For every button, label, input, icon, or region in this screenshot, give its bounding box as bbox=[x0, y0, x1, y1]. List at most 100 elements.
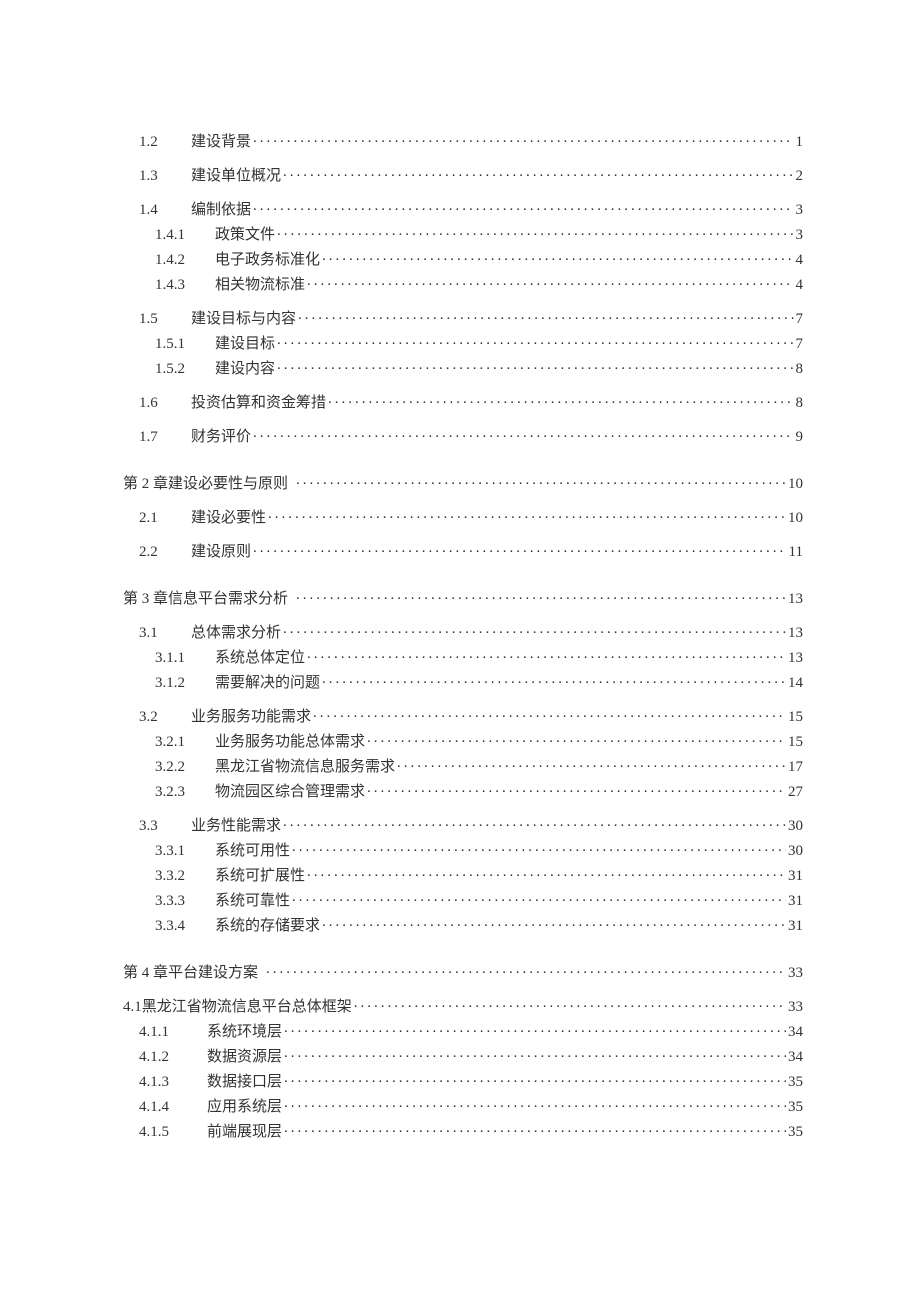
toc-leader-dots bbox=[253, 199, 793, 214]
toc-leader-dots bbox=[277, 358, 793, 373]
toc-entry-page: 9 bbox=[796, 430, 804, 445]
toc-leader-dots bbox=[284, 1021, 786, 1036]
toc-entry-number: 第 4 章 bbox=[123, 966, 168, 981]
toc-leader-dots bbox=[253, 426, 793, 441]
toc-leader-dots bbox=[298, 308, 793, 323]
toc-entry-number: 3.1 bbox=[139, 626, 191, 641]
toc-entry[interactable]: 1.2建设背景1 bbox=[123, 131, 803, 150]
toc-entry-title: 前端展现层 bbox=[207, 1125, 282, 1140]
toc-entry[interactable]: 4.1.4应用系统层35 bbox=[123, 1096, 803, 1115]
toc-leader-dots bbox=[284, 1071, 786, 1086]
toc-entry-title: 建设单位概况 bbox=[191, 169, 281, 184]
toc-entry[interactable]: 第 3 章信息平台需求分析13 bbox=[123, 588, 803, 607]
toc-entry[interactable]: 第 2 章建设必要性与原则10 bbox=[123, 473, 803, 492]
toc-entry[interactable]: 3.3.1系统可用性30 bbox=[123, 840, 803, 859]
toc-entry[interactable]: 1.6投资估算和资金筹措8 bbox=[123, 392, 803, 411]
toc-entry[interactable]: 1.5建设目标与内容7 bbox=[123, 308, 803, 327]
toc-entry-page: 31 bbox=[788, 894, 803, 909]
toc-entry-title: 业务性能需求 bbox=[191, 819, 281, 834]
toc-entry-title: 系统可靠性 bbox=[215, 894, 290, 909]
toc-entry[interactable]: 1.7财务评价9 bbox=[123, 426, 803, 445]
toc-spacer bbox=[123, 800, 803, 815]
toc-entry-page: 8 bbox=[796, 396, 804, 411]
toc-entry[interactable]: 3.2业务服务功能需求15 bbox=[123, 706, 803, 725]
toc-leader-dots bbox=[397, 756, 786, 771]
toc-entry-page: 4 bbox=[796, 278, 804, 293]
toc-entry-page: 33 bbox=[788, 966, 803, 981]
toc-leader-dots bbox=[268, 507, 786, 522]
toc-entry-page: 15 bbox=[788, 735, 803, 750]
toc-entry-page: 30 bbox=[788, 819, 803, 834]
toc-entry[interactable]: 3.2.1业务服务功能总体需求 15 bbox=[123, 731, 803, 750]
toc-spacer bbox=[123, 492, 803, 507]
toc-entry-page: 35 bbox=[788, 1075, 803, 1090]
toc-spacer bbox=[123, 981, 803, 996]
toc-entry-number: 3.3.3 bbox=[155, 894, 215, 909]
toc-entry[interactable]: 3.1.2需要解决的问题14 bbox=[123, 672, 803, 691]
toc-entry-title: 平台建设方案 bbox=[168, 966, 258, 981]
toc-entry[interactable]: 3.3.4系统的存储要求31 bbox=[123, 915, 803, 934]
toc-entry-number: 2.2 bbox=[139, 545, 191, 560]
toc-entry-page: 8 bbox=[796, 362, 804, 377]
toc-entry-number: 1.5.1 bbox=[155, 337, 215, 352]
toc-entry-number: 1.3 bbox=[139, 169, 191, 184]
toc-leader-dots bbox=[253, 541, 787, 556]
toc-entry-title: 业务服务功能总体需求 bbox=[215, 735, 365, 750]
toc-leader-dots bbox=[367, 731, 786, 746]
toc-entry-title: 财务评价 bbox=[191, 430, 251, 445]
toc-entry[interactable]: 1.4.2电子政务标准化4 bbox=[123, 249, 803, 268]
toc-entry[interactable]: 1.5.1建设目标7 bbox=[123, 333, 803, 352]
toc-entry-number: 3.1.2 bbox=[155, 676, 215, 691]
toc-entry[interactable]: 3.2.3物流园区综合管理需求27 bbox=[123, 781, 803, 800]
toc-leader-dots bbox=[283, 622, 786, 637]
toc-entry-number: 3.2.3 bbox=[155, 785, 215, 800]
toc-entry-page: 13 bbox=[788, 651, 803, 666]
toc-entry-page: 31 bbox=[788, 919, 803, 934]
toc-entry[interactable]: 2.2建设原则11 bbox=[123, 541, 803, 560]
toc-entry[interactable]: 第 4 章平台建设方案 33 bbox=[123, 962, 803, 981]
toc-spacer bbox=[123, 607, 803, 622]
toc-entry[interactable]: 3.2.2黑龙江省物流信息服务需求17 bbox=[123, 756, 803, 775]
toc-entry[interactable]: 3.1.1系统总体定位13 bbox=[123, 647, 803, 666]
toc-entry-title: 建设必要性 bbox=[191, 511, 266, 526]
toc-spacer bbox=[123, 293, 803, 308]
toc-entry-page: 10 bbox=[788, 477, 803, 492]
toc-entry-page: 30 bbox=[788, 844, 803, 859]
toc-leader-dots bbox=[283, 815, 786, 830]
toc-leader-dots bbox=[296, 473, 786, 488]
toc-entry[interactable]: 1.4.1政策文件3 bbox=[123, 224, 803, 243]
toc-entry-number: 3.3.4 bbox=[155, 919, 215, 934]
toc-entry-number: 4.1.2 bbox=[139, 1050, 207, 1065]
toc-entry[interactable]: 1.4编制依据3 bbox=[123, 199, 803, 218]
toc-entry[interactable]: 1.3建设单位概况 2 bbox=[123, 165, 803, 184]
toc-entry[interactable]: 3.3.3系统可靠性 31 bbox=[123, 890, 803, 909]
toc-entry[interactable]: 2.1建设必要性10 bbox=[123, 507, 803, 526]
toc-leader-dots bbox=[367, 781, 786, 796]
toc-entry-page: 13 bbox=[788, 626, 803, 641]
toc-entry[interactable]: 4.1.5前端展现层35 bbox=[123, 1121, 803, 1140]
toc-spacer bbox=[123, 691, 803, 706]
toc-entry[interactable]: 4.1.1系统环境层34 bbox=[123, 1021, 803, 1040]
toc-entry[interactable]: 4.1黑龙江省物流信息平台总体框架33 bbox=[123, 996, 803, 1015]
toc-entry-number: 第 3 章 bbox=[123, 592, 168, 607]
toc-leader-dots bbox=[284, 1121, 786, 1136]
toc-entry[interactable]: 1.5.2建设内容8 bbox=[123, 358, 803, 377]
toc-entry[interactable]: 4.1.2数据资源层34 bbox=[123, 1046, 803, 1065]
toc-leader-dots bbox=[266, 962, 786, 977]
toc-entry-title: 系统可扩展性 bbox=[215, 869, 305, 884]
toc-spacer bbox=[123, 150, 803, 165]
toc-entry-number: 3.2.1 bbox=[155, 735, 215, 750]
toc-entry-number: 3.1.1 bbox=[155, 651, 215, 666]
toc-entry[interactable]: 4.1.3数据接口层35 bbox=[123, 1071, 803, 1090]
toc-entry-number: 1.4.2 bbox=[155, 253, 215, 268]
toc-entry-page: 33 bbox=[788, 1000, 803, 1015]
toc-entry-page: 14 bbox=[788, 676, 803, 691]
toc-entry-title: 业务服务功能需求 bbox=[191, 710, 311, 725]
toc-entry[interactable]: 3.3业务性能需求30 bbox=[123, 815, 803, 834]
toc-entry[interactable]: 3.3.2系统可扩展性31 bbox=[123, 865, 803, 884]
toc-entry[interactable]: 3.1总体需求分析13 bbox=[123, 622, 803, 641]
toc-leader-dots bbox=[283, 165, 793, 180]
toc-entry-title: 电子政务标准化 bbox=[215, 253, 320, 268]
toc-entry[interactable]: 1.4.3相关物流标准4 bbox=[123, 274, 803, 293]
toc-entry-page: 2 bbox=[796, 169, 804, 184]
